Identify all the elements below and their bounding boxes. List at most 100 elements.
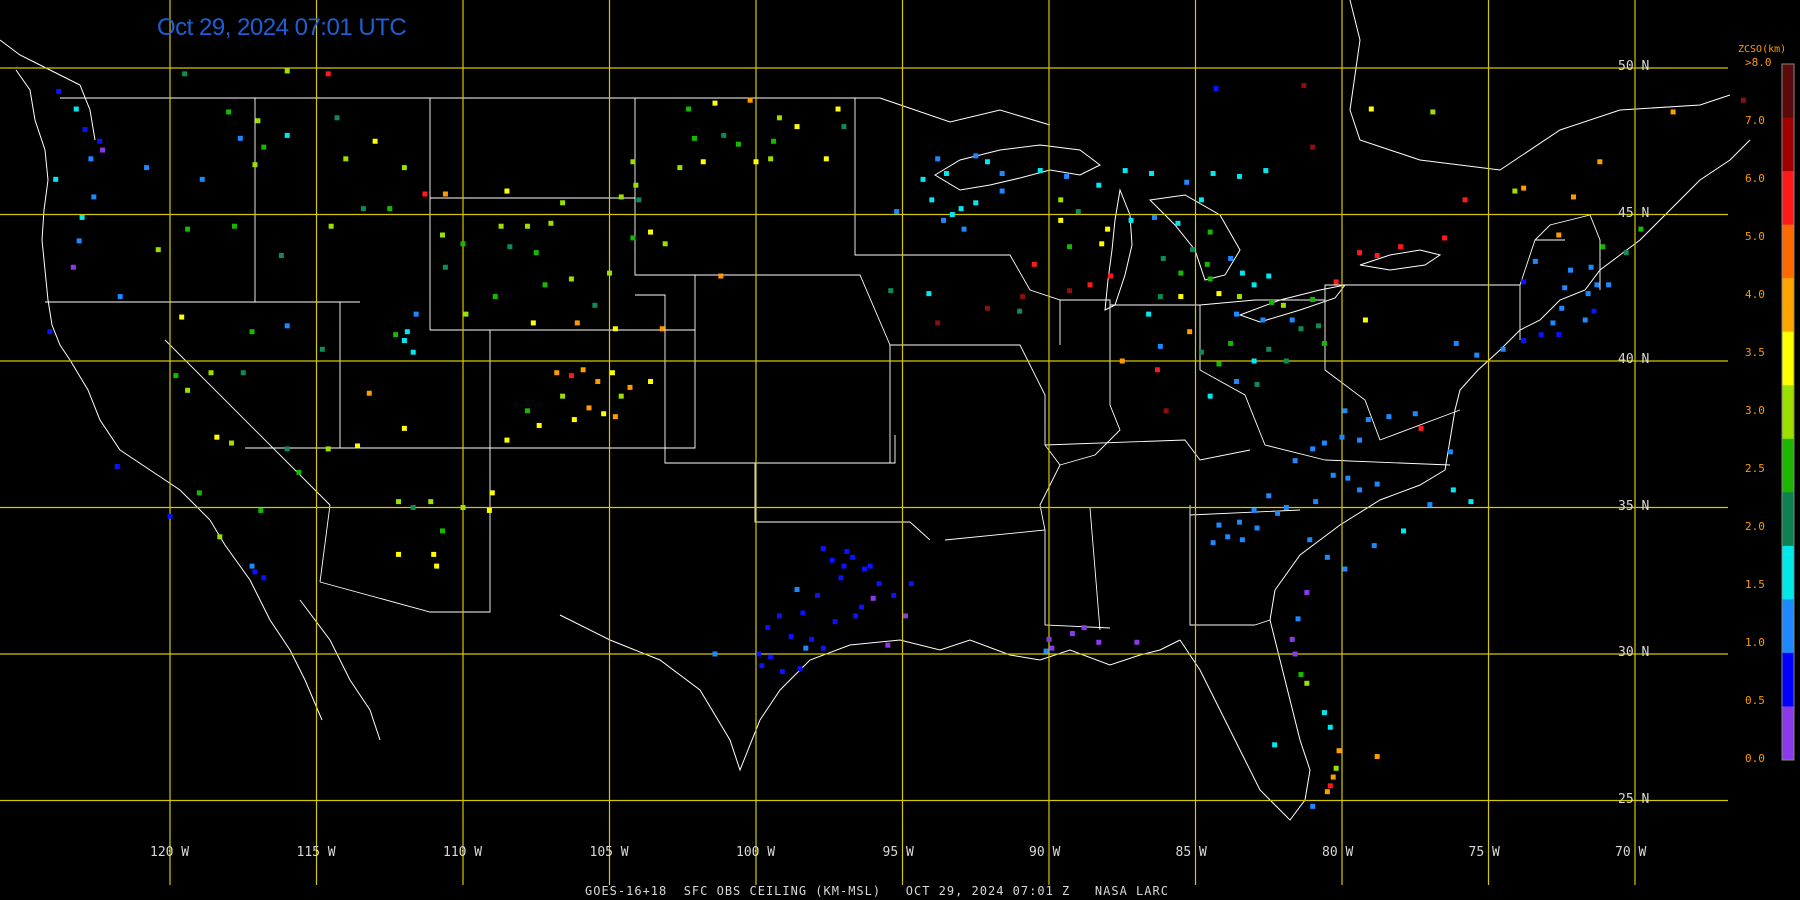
station-marker	[633, 182, 639, 188]
station-marker	[809, 636, 815, 642]
station-marker	[929, 197, 935, 203]
station-marker	[504, 188, 510, 194]
station-marker	[1362, 317, 1368, 323]
station-marker	[1418, 425, 1424, 431]
station-marker	[1228, 340, 1234, 346]
station-marker	[255, 118, 261, 124]
legend-tick-label: 6.0	[1745, 172, 1765, 185]
legend-swatch	[1782, 171, 1794, 226]
station-marker	[252, 569, 258, 575]
station-marker	[530, 320, 536, 326]
station-marker	[1058, 197, 1064, 203]
station-marker	[240, 370, 246, 376]
legend-swatch	[1782, 706, 1794, 761]
station-marker	[249, 563, 255, 569]
station-marker	[82, 127, 88, 133]
station-marker	[229, 440, 235, 446]
legend-swatch	[1782, 278, 1794, 333]
station-marker	[410, 349, 416, 355]
station-marker	[144, 165, 150, 171]
station-marker	[984, 305, 990, 311]
station-marker	[1157, 294, 1163, 300]
station-marker	[829, 557, 835, 563]
station-marker	[759, 663, 765, 669]
station-marker	[1269, 299, 1275, 305]
station-marker	[428, 499, 434, 505]
station-marker	[533, 250, 539, 256]
station-marker	[1289, 317, 1295, 323]
station-marker	[1623, 250, 1629, 256]
station-marker	[1474, 352, 1480, 358]
station-marker	[1374, 754, 1380, 760]
station-marker	[325, 446, 331, 452]
station-marker	[334, 115, 340, 121]
station-marker	[768, 654, 774, 660]
station-marker	[1251, 358, 1257, 364]
station-marker	[612, 414, 618, 420]
station-marker	[1105, 226, 1111, 232]
station-marker	[1594, 282, 1600, 288]
station-marker	[439, 232, 445, 238]
station-marker	[571, 417, 577, 423]
station-marker	[1500, 346, 1506, 352]
station-marker	[226, 109, 232, 115]
station-marker	[1374, 253, 1380, 259]
latitude-label: 30 N	[1618, 645, 1650, 660]
legend-tick-label: 0.0	[1745, 752, 1765, 765]
station-marker	[396, 499, 402, 505]
station-marker	[908, 581, 914, 587]
station-marker	[870, 595, 876, 601]
station-marker	[498, 223, 504, 229]
station-marker	[1670, 109, 1676, 115]
station-marker	[1260, 317, 1266, 323]
station-marker	[823, 156, 829, 162]
station-marker	[410, 505, 416, 510]
station-marker	[396, 551, 402, 557]
weather-map	[0, 0, 1800, 900]
station-marker	[888, 288, 894, 294]
station-marker	[1292, 651, 1298, 657]
legend-title: ZCSO(km)	[1738, 44, 1787, 55]
station-marker	[776, 115, 782, 121]
station-marker	[1374, 481, 1380, 487]
station-marker	[182, 71, 188, 77]
legend-swatch	[1782, 545, 1794, 600]
station-marker	[325, 71, 331, 77]
station-marker	[618, 393, 624, 399]
station-marker	[1321, 440, 1327, 446]
station-marker	[284, 323, 290, 329]
station-marker	[1210, 540, 1216, 546]
station-marker	[1099, 241, 1105, 247]
station-marker	[442, 191, 448, 197]
legend-tick-label: >8.0	[1745, 56, 1772, 69]
station-marker	[463, 311, 469, 317]
station-marker	[1207, 229, 1213, 235]
station-marker	[1512, 188, 1518, 194]
station-marker	[1462, 197, 1468, 203]
station-marker	[413, 311, 419, 317]
station-marker	[214, 434, 220, 440]
station-marker	[548, 220, 554, 226]
legend-tick-label: 1.5	[1745, 578, 1765, 591]
station-marker	[891, 592, 897, 598]
station-marker	[1450, 487, 1456, 493]
station-marker	[1190, 247, 1196, 253]
station-marker	[1447, 449, 1453, 455]
station-marker	[1213, 86, 1219, 92]
longitude-label: 85 W	[1175, 845, 1207, 860]
product-caption: GOES-16+18 SFC OBS CEILING (KM-MSL) OCT …	[585, 884, 1169, 898]
legend-swatch	[1782, 438, 1794, 493]
station-marker	[1357, 487, 1363, 493]
legend-tick-label: 7.0	[1745, 114, 1765, 127]
station-marker	[319, 346, 325, 352]
station-marker	[73, 106, 79, 112]
station-marker	[1532, 258, 1538, 264]
station-marker	[296, 469, 302, 475]
station-marker	[718, 273, 724, 279]
station-marker	[1556, 232, 1562, 238]
station-marker	[838, 575, 844, 581]
station-marker	[1017, 308, 1023, 314]
station-marker	[832, 619, 838, 625]
station-marker	[179, 314, 185, 320]
station-marker	[735, 141, 741, 147]
